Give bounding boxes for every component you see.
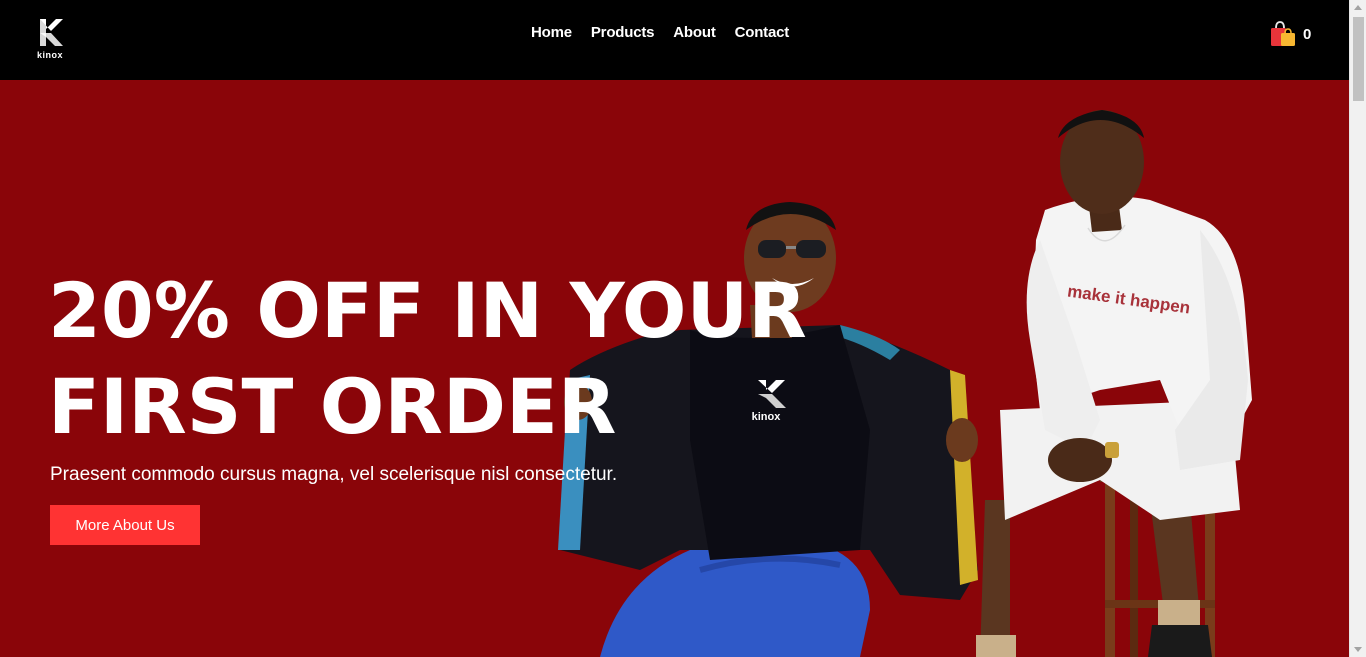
cart-count: 0 (1303, 25, 1312, 43)
nav-contact-link[interactable]: Contact (735, 24, 790, 41)
brand-name: kinox (36, 50, 63, 60)
hero-title: 20% OFF IN YOUR FIRST ORDER (48, 266, 807, 451)
more-about-us-button[interactable]: More About Us (50, 505, 200, 545)
nav-about-link[interactable]: About (673, 24, 716, 41)
scroll-down-arrow-icon[interactable] (1354, 647, 1362, 652)
shopping-bag-icon (1271, 21, 1295, 46)
main-nav: Home Products About Contact (531, 24, 789, 41)
cart-button[interactable]: 0 (1269, 20, 1311, 48)
hero-subtitle: Praesent commodo cursus magna, vel scele… (50, 464, 618, 485)
nav-products-link[interactable]: Products (591, 24, 655, 41)
navbar: kinox Home Products About Contact 0 (0, 0, 1349, 80)
scroll-thumb[interactable] (1353, 17, 1364, 101)
hero-banner: make it happen kinox 20% OFF IN YOUR FIR… (0, 80, 1349, 657)
brand-logo[interactable]: kinox (32, 16, 68, 64)
nav-home-link[interactable]: Home (531, 24, 572, 41)
kinox-logo-icon (40, 19, 63, 46)
scroll-up-arrow-icon[interactable] (1354, 5, 1362, 10)
page-scrollbar[interactable] (1349, 0, 1366, 657)
